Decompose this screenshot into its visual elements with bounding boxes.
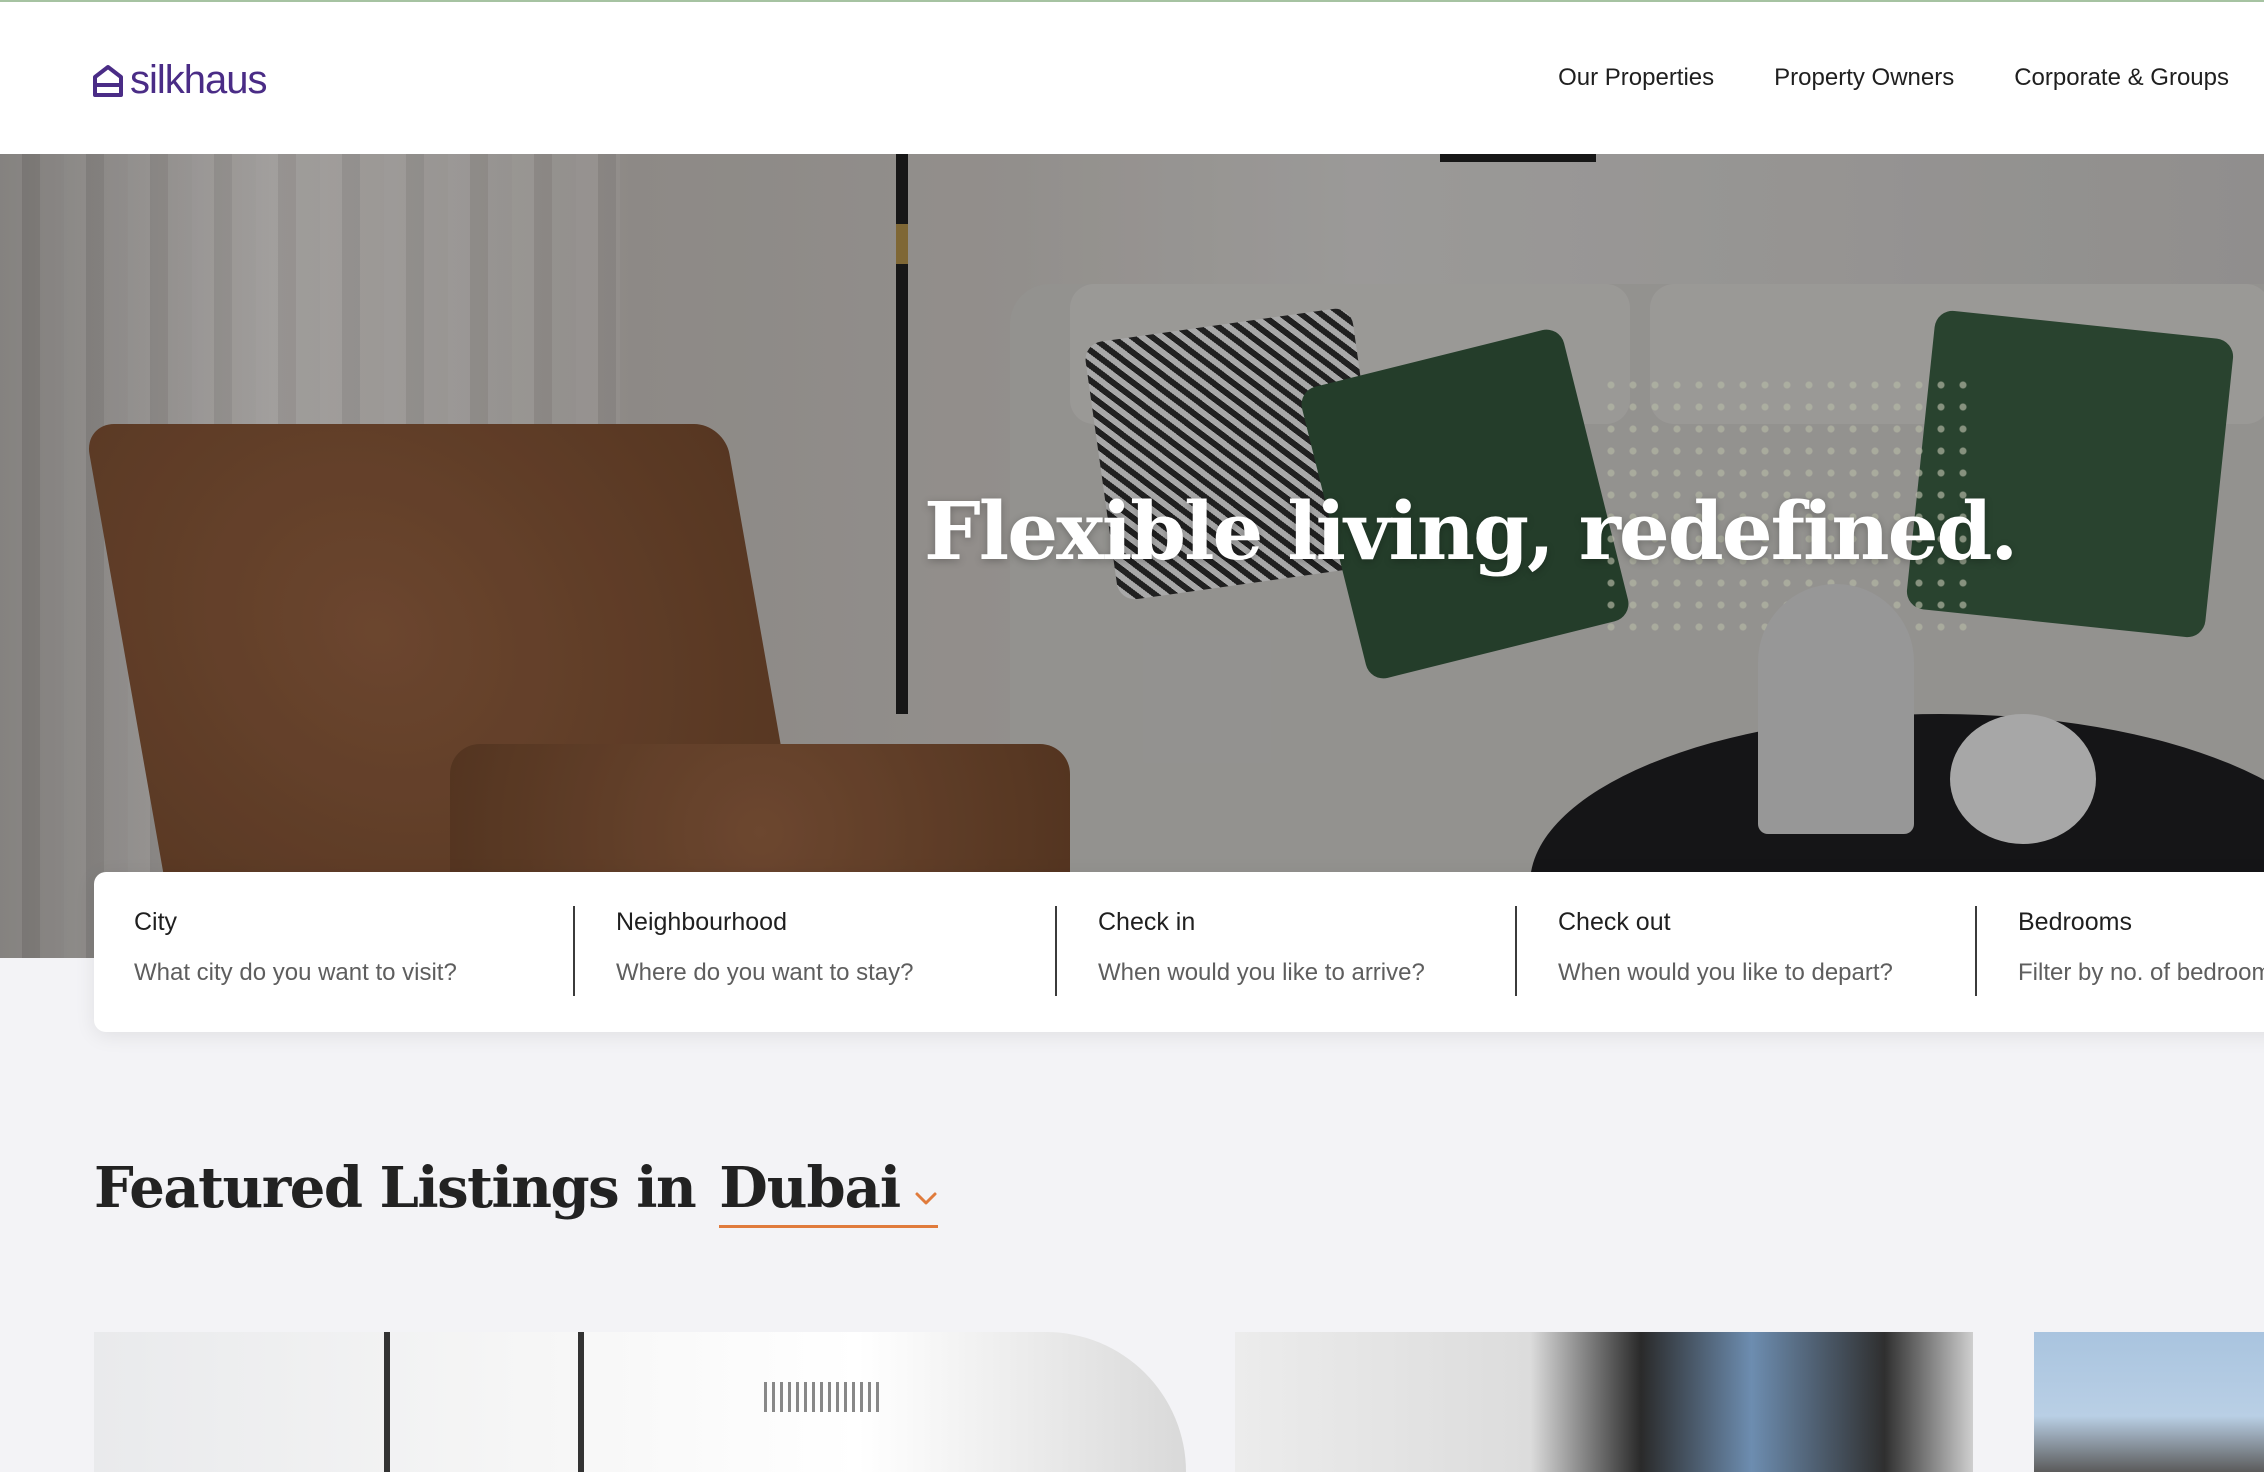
hero-banner: Flexible living, redefined.	[0, 154, 2264, 958]
listing-card-image[interactable]	[1235, 1332, 1973, 1472]
search-field-check-in[interactable]: Check in When would you like to arrive?	[1098, 908, 1425, 987]
search-placeholder: Where do you want to stay?	[616, 959, 914, 986]
search-field-city[interactable]: City What city do you want to visit?	[134, 908, 457, 987]
listing-card-image[interactable]	[2034, 1332, 2264, 1472]
brand-name: silkhaus	[130, 58, 268, 102]
search-divider	[1975, 906, 1977, 996]
search-divider	[1055, 906, 1057, 996]
search-bar: City What city do you want to visit? Nei…	[94, 872, 2264, 1032]
hero-title: Flexible living, redefined.	[924, 484, 2018, 578]
search-field-neighbourhood[interactable]: Neighbourhood Where do you want to stay?	[616, 908, 914, 987]
nav-corporate-groups[interactable]: Corporate & Groups	[2014, 64, 2229, 92]
search-label: Neighbourhood	[616, 908, 787, 936]
house-logo-icon	[93, 64, 123, 97]
main-nav: Our Properties Property Owners Corporate…	[1558, 64, 2229, 92]
search-placeholder: When would you like to arrive?	[1098, 959, 1425, 986]
search-divider	[1515, 906, 1517, 996]
nav-property-owners[interactable]: Property Owners	[1774, 64, 1954, 92]
search-placeholder: What city do you want to visit?	[134, 959, 457, 986]
chevron-down-icon	[915, 1192, 937, 1205]
city-dropdown[interactable]: Dubai	[719, 1155, 939, 1228]
city-name: Dubai	[719, 1155, 901, 1221]
site-header: silkhaus Our Properties Property Owners …	[0, 2, 2264, 154]
featured-title: Featured Listings in	[94, 1155, 697, 1221]
search-placeholder: When would you like to depart?	[1558, 959, 1893, 986]
brand-logo[interactable]: silkhaus	[92, 58, 268, 103]
listing-card-image[interactable]	[94, 1332, 1186, 1472]
nav-our-properties[interactable]: Our Properties	[1558, 64, 1714, 92]
search-label: Bedrooms	[2018, 908, 2132, 936]
search-label: City	[134, 908, 178, 936]
search-field-bedrooms[interactable]: Bedrooms Filter by no. of bedrooms	[2018, 908, 2264, 987]
featured-heading: Featured Listings in Dubai	[94, 1155, 939, 1228]
search-divider	[573, 906, 575, 996]
search-label: Check out	[1558, 908, 1671, 936]
search-label: Check in	[1098, 908, 1196, 936]
search-field-check-out[interactable]: Check out When would you like to depart?	[1558, 908, 1893, 987]
search-placeholder: Filter by no. of bedrooms	[2018, 959, 2264, 986]
